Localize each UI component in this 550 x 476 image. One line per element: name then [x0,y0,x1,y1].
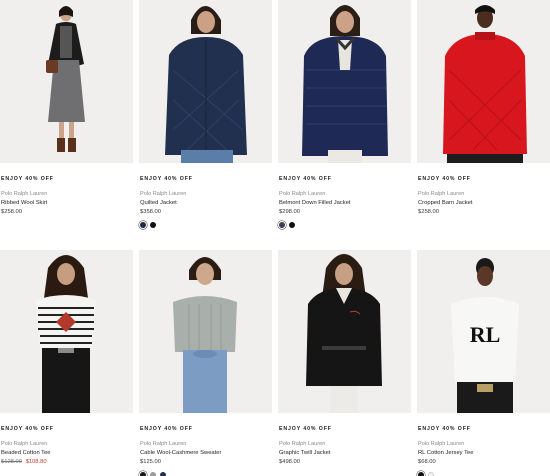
product-name[interactable]: Cropped Barn Jacket [418,200,549,207]
product-price: $298.00 [279,209,300,215]
product-image[interactable] [278,250,411,413]
color-swatches [418,471,549,476]
product-name[interactable]: Ribbed Wool Skirt [1,200,132,207]
product-name[interactable]: Graphic Twill Jacket [279,450,410,457]
brand-name[interactable]: Polo Ralph Lauren [418,441,549,448]
model-photo-ribbed-wool-skirt [0,0,133,163]
color-swatch-navy[interactable] [160,472,166,476]
color-swatches [279,221,410,229]
model-photo-belmont-down-jacket [278,0,411,163]
color-swatches [140,221,271,229]
color-swatch-grey[interactable] [150,472,156,476]
color-swatch-navy[interactable] [279,222,285,228]
product-grid: ENJOY 40% OFF Polo Ralph Lauren Ribbed W… [0,0,550,476]
color-swatch-white[interactable] [428,472,434,476]
product-price: $258.00 [418,209,439,215]
product-name[interactable]: RL Cotton Jersey Tee [418,450,549,457]
color-swatch-black[interactable] [418,472,424,476]
brand-name[interactable]: Polo Ralph Lauren [140,191,271,198]
brand-name[interactable]: Polo Ralph Lauren [418,191,549,198]
product-image[interactable]: RL [417,250,550,413]
product-name[interactable]: Belmont Down Filled Jacket [279,200,410,207]
brand-name[interactable]: Polo Ralph Lauren [1,191,132,198]
original-price: $128.00 [1,459,22,465]
product-image[interactable] [139,250,272,413]
model-photo-beaded-cotton-tee [0,250,133,413]
promo-label: ENJOY 40% OFF [140,426,193,432]
promo-label: ENJOY 40% OFF [418,426,471,432]
product-image[interactable] [278,0,411,163]
model-photo-rl-jersey-tee: RL [417,250,550,413]
product-price: $498.00 [279,459,300,465]
brand-name[interactable]: Polo Ralph Lauren [140,441,271,448]
product-price: $68.00 [418,459,436,465]
model-photo-graphic-twill-jacket [278,250,411,413]
product-name[interactable]: Beaded Cotton Tee [1,450,132,457]
promo-label: ENJOY 40% OFF [1,426,54,432]
color-swatch-navy[interactable] [140,222,146,228]
promo-label: ENJOY 40% OFF [279,426,332,432]
product-image[interactable] [417,0,550,163]
product-price: $358.00 [140,209,161,215]
product-price: $258.00 [1,209,22,215]
promo-label: ENJOY 40% OFF [279,176,332,182]
color-swatch-black[interactable] [150,222,156,228]
color-swatch-black[interactable] [289,222,295,228]
model-photo-quilted-jacket [139,0,272,163]
brand-name[interactable]: Polo Ralph Lauren [1,441,132,448]
promo-label: ENJOY 40% OFF [418,176,471,182]
product-price: $128.00 $108.80 [1,459,132,466]
product-price: $125.00 [140,459,161,465]
color-swatch-black[interactable] [140,472,146,476]
model-photo-cropped-barn-jacket [417,0,550,163]
product-name[interactable]: Cable Wool-Cashmere Sweater [140,450,271,457]
product-image[interactable] [0,250,133,413]
color-swatches [140,471,271,476]
promo-label: ENJOY 40% OFF [1,176,54,182]
product-image[interactable] [139,0,272,163]
promo-label: ENJOY 40% OFF [140,176,193,182]
product-image[interactable] [0,0,133,163]
brand-name[interactable]: Polo Ralph Lauren [279,191,410,198]
brand-name[interactable]: Polo Ralph Lauren [279,441,410,448]
svg-text:RL: RL [470,322,501,347]
sale-price: $108.80 [25,459,47,465]
product-name[interactable]: Quilted Jacket [140,200,271,207]
model-photo-cable-sweater [139,250,272,413]
